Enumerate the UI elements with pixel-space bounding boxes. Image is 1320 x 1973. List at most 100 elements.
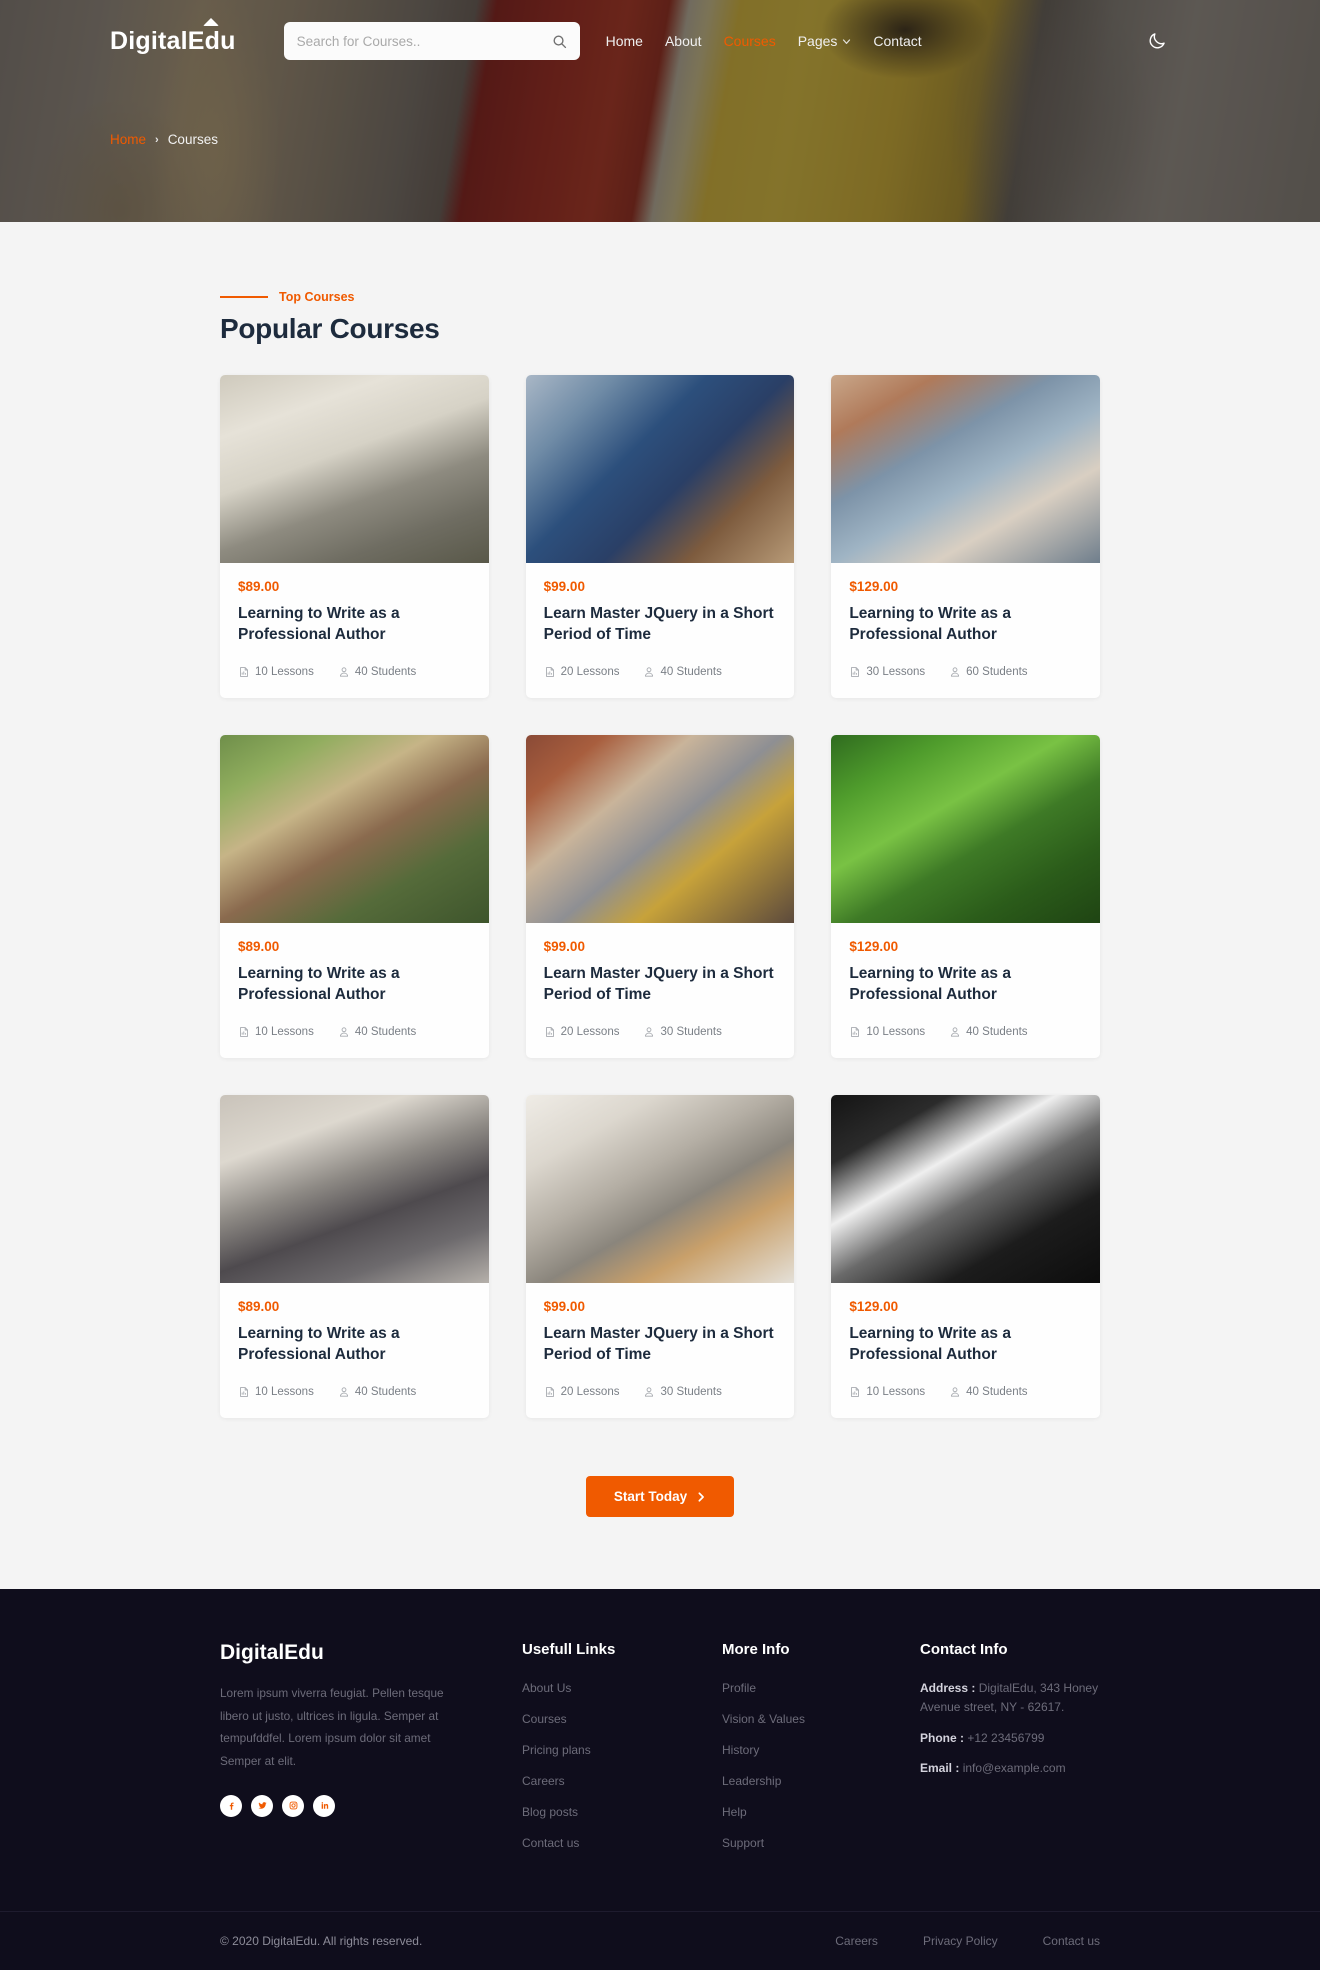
contact-email-value[interactable]: info@example.com [959, 1761, 1066, 1775]
course-lessons: 20 Lessons [544, 1386, 619, 1398]
course-lessons-label: 20 Lessons [560, 1026, 620, 1038]
footer-bottom-link[interactable]: Contact us [1043, 1934, 1100, 1948]
footer-heading: More Info [722, 1641, 790, 1658]
footer-link-item: Profile [722, 1679, 870, 1697]
contact-phone-value[interactable]: +12 23456799 [964, 1731, 1044, 1745]
course-card[interactable]: $99.00 Learn Master JQuery in a Short Per… [525, 375, 795, 698]
course-title[interactable]: Learning to Write as a Professional Auth… [238, 963, 471, 1006]
course-thumbnail[interactable] [220, 375, 489, 563]
course-students: 40 Students [338, 666, 416, 678]
course-students: 40 Students [338, 1026, 416, 1038]
course-title[interactable]: Learning to Write as a Professional Auth… [238, 1323, 471, 1366]
course-lessons: 10 Lessons [238, 666, 314, 678]
footer-link[interactable]: History [722, 1743, 759, 1757]
course-price: $129.00 [849, 579, 899, 594]
course-lessons: 10 Lessons [849, 1386, 925, 1398]
lessons-icon [240, 1027, 248, 1037]
course-lessons-label: 30 Lessons [866, 666, 926, 678]
course-title[interactable]: Learning to Write as a Professional Auth… [849, 963, 1082, 1006]
search-input[interactable] [296, 33, 552, 49]
instagram-icon[interactable] [282, 1794, 304, 1817]
contact-address-label: Address : [920, 1681, 976, 1695]
course-meta: 10 Lessons 40 Students [849, 1026, 1082, 1038]
moon-icon[interactable] [1146, 30, 1168, 52]
course-card[interactable]: $129.00 Learning to Write as a Profession… [831, 1095, 1100, 1418]
contact-phone-label: Phone : [920, 1730, 964, 1745]
course-students: 30 Students [643, 1386, 722, 1398]
footer-link[interactable]: Courses [522, 1712, 567, 1726]
course-meta: 10 Lessons 40 Students [238, 1026, 471, 1038]
footer-link[interactable]: Support [722, 1836, 764, 1850]
cta-row: Start Today [220, 1476, 1100, 1517]
course-title[interactable]: Learning to Write as a Professional Auth… [238, 603, 471, 646]
breadcrumb-separator-icon: › [155, 133, 159, 146]
course-thumbnail[interactable] [525, 735, 795, 923]
students-icon [339, 1387, 348, 1397]
footer-bottom-link[interactable]: Careers [835, 1934, 878, 1948]
course-thumbnail[interactable] [831, 1095, 1100, 1283]
footer-brand-column: DigitalEdu Lorem ipsum viverra feugiat. … [220, 1641, 472, 1865]
course-card[interactable]: $129.00 Learning to Write as a Profession… [831, 375, 1100, 698]
course-meta: 20 Lessons 40 Students [544, 666, 777, 678]
footer-column-more-info: More Info Profile Vision & Values History L… [722, 1641, 870, 1865]
course-students-label: 40 Students [354, 1026, 417, 1038]
lessons-icon [851, 1027, 860, 1037]
course-thumbnail[interactable] [831, 735, 1100, 923]
brand-logo[interactable]: DigitalEdu [110, 17, 236, 56]
footer-link-item: Careers [522, 1772, 672, 1790]
footer-link[interactable]: Leadership [722, 1774, 781, 1788]
footer-brand: DigitalEdu [220, 1641, 324, 1664]
course-thumbnail[interactable] [220, 735, 489, 923]
search-icon[interactable] [552, 34, 567, 49]
course-card[interactable]: $129.00 Learning to Write as a Profession… [831, 735, 1100, 1058]
contact-address: Address : DigitalEdu, 343 Honey Avenue s… [920, 1679, 1100, 1718]
course-card[interactable]: $89.00 Learning to Write as a Professiona… [220, 735, 489, 1058]
course-price: $99.00 [543, 939, 585, 954]
nav-item-courses[interactable]: Courses [724, 33, 776, 49]
course-card[interactable]: $99.00 Learn Master JQuery in a Short Per… [525, 735, 795, 1058]
course-students-label: 40 Students [660, 666, 722, 678]
course-students-label: 30 Students [660, 1026, 722, 1038]
course-thumbnail[interactable] [831, 375, 1100, 563]
footer-link[interactable]: Profile [722, 1681, 756, 1695]
course-thumbnail[interactable] [220, 1095, 489, 1283]
facebook-icon[interactable] [220, 1794, 242, 1817]
footer-link[interactable]: Blog posts [522, 1805, 578, 1819]
footer-link-item: Leadership [722, 1772, 870, 1790]
start-today-button[interactable]: Start Today [585, 1476, 735, 1517]
course-title[interactable]: Learning to Write as a Professional Auth… [849, 1323, 1082, 1366]
hero-banner: DigitalEdu Home About Courses Pages [0, 0, 1320, 222]
course-thumbnail[interactable] [525, 375, 795, 563]
copyright-text: © 2020 DigitalEdu. All rights reserved. [220, 1934, 423, 1948]
course-card[interactable]: $89.00 Learning to Write as a Professiona… [220, 1095, 489, 1418]
breadcrumb-home[interactable]: Home [110, 132, 146, 147]
course-lessons: 10 Lessons [238, 1386, 314, 1398]
linkedin-icon[interactable] [313, 1794, 335, 1817]
course-title[interactable]: Learn Master JQuery in a Short Period of… [544, 963, 777, 1006]
course-card[interactable]: $89.00 Learning to Write as a Professiona… [220, 375, 489, 698]
course-title[interactable]: Learn Master JQuery in a Short Period of… [544, 1323, 777, 1366]
course-title[interactable]: Learning to Write as a Professional Auth… [849, 603, 1082, 646]
course-students: 40 Students [949, 1026, 1028, 1038]
nav-item-home[interactable]: Home [606, 33, 643, 49]
nav-item-contact[interactable]: Contact [873, 33, 921, 49]
course-title[interactable]: Learn Master JQuery in a Short Period of… [544, 603, 777, 646]
footer-link-item: Blog posts [522, 1803, 672, 1821]
footer-link[interactable]: Vision & Values [722, 1712, 805, 1726]
nav-item-about[interactable]: About [665, 33, 702, 49]
footer-link[interactable]: About Us [522, 1681, 571, 1695]
footer-link-item: History [722, 1741, 870, 1759]
nav-item-pages[interactable]: Pages [798, 33, 852, 49]
course-thumbnail[interactable] [525, 1095, 795, 1283]
lessons-icon [240, 667, 248, 677]
footer-link[interactable]: Careers [522, 1774, 565, 1788]
footer-link-item: Vision & Values [722, 1710, 870, 1728]
course-students-label: 30 Students [660, 1386, 722, 1398]
footer-link[interactable]: Pricing plans [522, 1743, 591, 1757]
footer-bottom-link[interactable]: Privacy Policy [923, 1934, 998, 1948]
footer-link[interactable]: Contact us [522, 1836, 579, 1850]
footer-link[interactable]: Help [722, 1805, 747, 1819]
course-card[interactable]: $99.00 Learn Master JQuery in a Short Per… [525, 1095, 795, 1418]
twitter-icon[interactable] [251, 1794, 273, 1817]
search-box[interactable] [283, 22, 580, 60]
